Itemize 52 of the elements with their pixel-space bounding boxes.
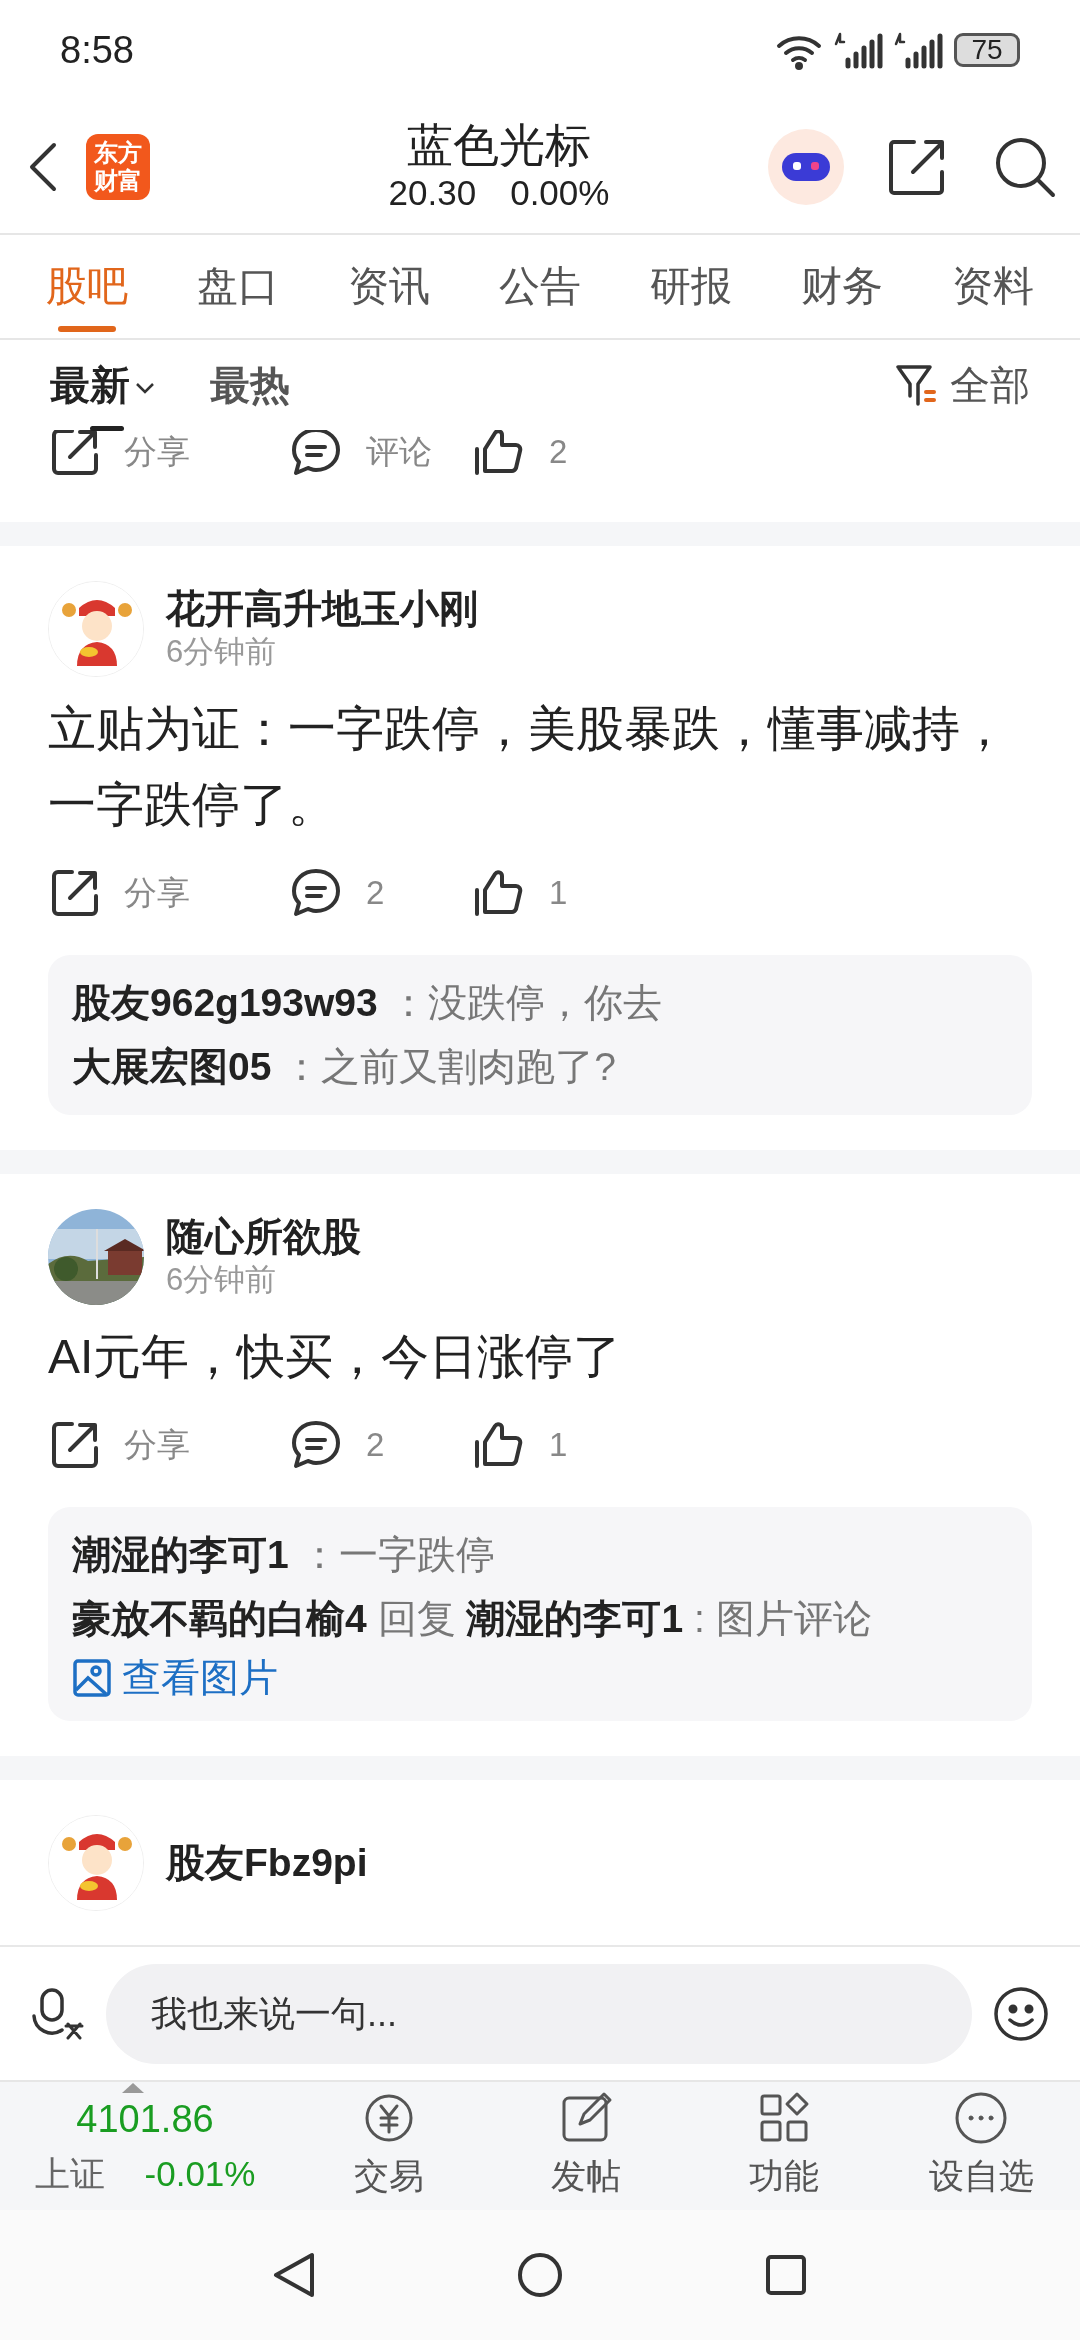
- price-change: 0.00%: [510, 171, 610, 214]
- tab[interactable]: 公告: [464, 235, 616, 338]
- action-count: 分享: [124, 873, 190, 914]
- sort-option[interactable]: 最热: [210, 339, 290, 431]
- comment-input[interactable]: 我也来说一句...: [106, 1963, 972, 2064]
- author-name[interactable]: 花开高升地玉小刚: [166, 586, 478, 632]
- post-text: 立贴为证：一字跌停，美股暴跌，懂事减持，一字跌停了。: [48, 701, 1009, 833]
- comment-line: 潮湿的李可1 ：一字跌停: [72, 1532, 496, 1578]
- stock-price: 20.30: [388, 171, 477, 214]
- signal-icon: [894, 30, 944, 70]
- status-time: 8:58: [60, 27, 134, 73]
- tab[interactable]: 盘口: [162, 235, 314, 338]
- stock-name: 蓝色光标: [407, 118, 591, 171]
- toolbar-button[interactable]: 发帖: [487, 2088, 685, 2204]
- recents-nav-icon[interactable]: [764, 2253, 808, 2297]
- tab[interactable]: 资讯: [313, 235, 465, 338]
- home-nav-icon[interactable]: [516, 2251, 564, 2299]
- toolbar-button[interactable]: 设自选: [882, 2088, 1080, 2204]
- tab[interactable]: 资料: [917, 235, 1068, 338]
- action-count: 2: [549, 432, 568, 473]
- action-count: 分享: [124, 1425, 190, 1466]
- action-count: 1: [549, 1425, 568, 1466]
- voice-input-icon[interactable]: [30, 1985, 86, 2042]
- signal-icon: [834, 30, 884, 70]
- image-icon: [72, 1658, 112, 1698]
- comment-line: 股友962g193w93 ：没跌停，你去: [72, 980, 663, 1026]
- battery-indicator: 75: [954, 33, 1020, 67]
- toolbar-button[interactable]: 功能: [685, 2088, 883, 2204]
- action-count: 2: [366, 873, 385, 914]
- post-time: 6分钟前: [166, 1261, 278, 1299]
- post-time: 6分钟前: [166, 633, 278, 671]
- index-name[interactable]: 上证: [34, 2148, 105, 2201]
- comment-line: 大展宏图05 ：之前又割肉跑了?: [72, 1044, 617, 1090]
- author-name[interactable]: 股友Fbz9pi: [166, 1840, 368, 1886]
- sort-option[interactable]: 最新: [50, 339, 156, 431]
- comment-line: 豪放不羁的白榆4 回复 潮湿的李可1 : 图片评论: [72, 1596, 873, 1642]
- toolbar-button[interactable]: 交易: [290, 2088, 488, 2204]
- caret-icon[interactable]: [134, 381, 156, 396]
- action-count: 分享: [124, 432, 190, 473]
- action-count: 2: [366, 1425, 385, 1466]
- action-count: 1: [549, 873, 568, 914]
- logo-text: 东方: [94, 138, 142, 167]
- author-name[interactable]: 随心所欲股: [166, 1214, 361, 1260]
- filter-label[interactable]: 全部: [950, 355, 1030, 415]
- logo-text: 财富: [94, 166, 142, 195]
- view-image-link[interactable]: 查看图片: [72, 1651, 278, 1705]
- tab[interactable]: 研报: [615, 235, 767, 338]
- back-nav-icon[interactable]: [272, 2251, 316, 2299]
- action-count: 评论: [366, 432, 432, 473]
- emoji-icon[interactable]: [992, 1984, 1050, 2043]
- post-text: AI元年，快买，今日涨停了: [48, 1329, 623, 1385]
- tab[interactable]: 财务: [766, 235, 918, 338]
